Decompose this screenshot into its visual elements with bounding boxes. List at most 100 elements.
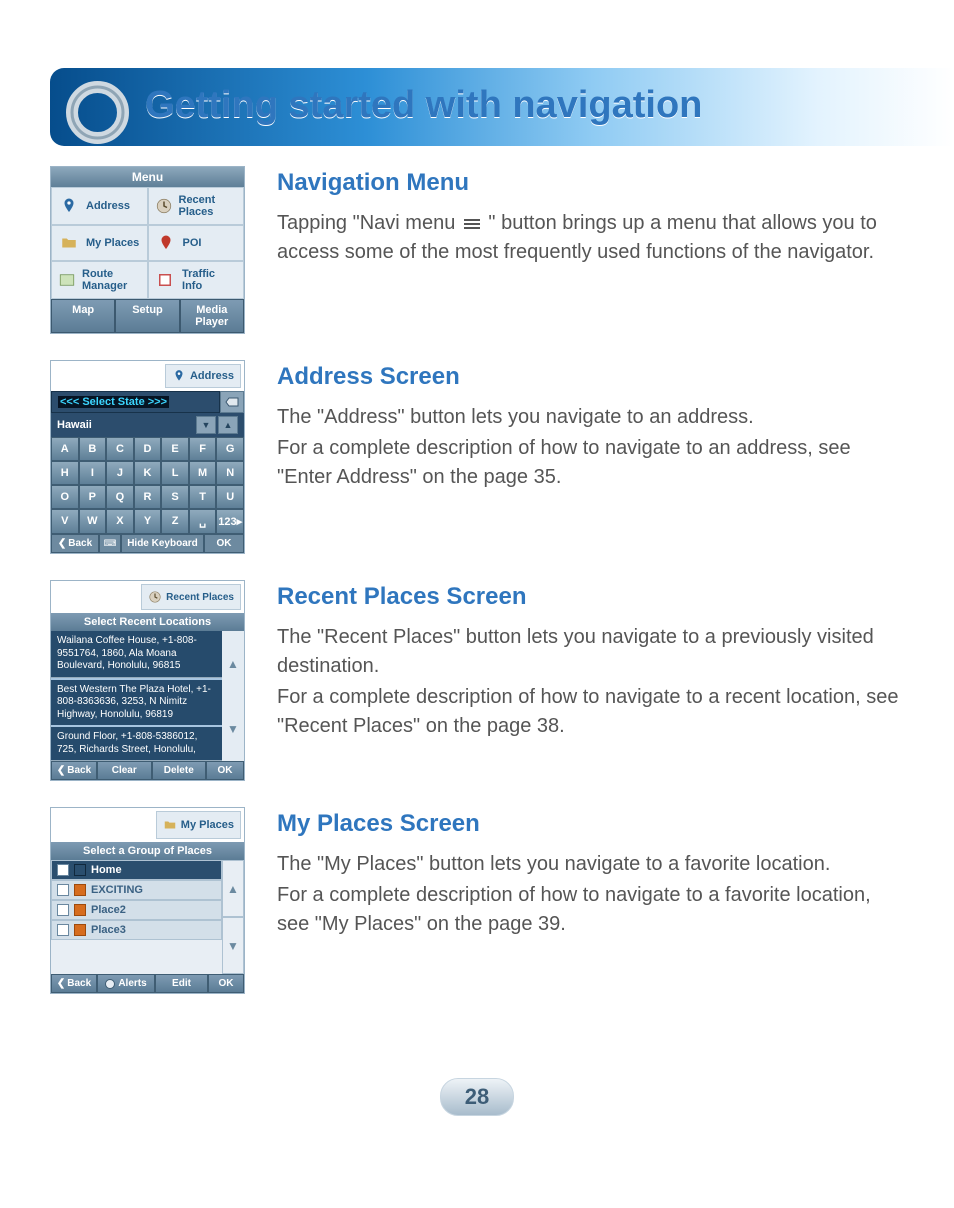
key-space[interactable]: ␣: [189, 509, 217, 534]
key-g[interactable]: G: [216, 437, 244, 461]
key-c[interactable]: C: [106, 437, 134, 461]
recent-item[interactable]: Ground Floor, +1-808-5386012, 725, Richa…: [51, 727, 222, 761]
key-y[interactable]: Y: [134, 509, 162, 534]
header-ring-icon: [60, 75, 135, 150]
folder-icon: [163, 818, 177, 832]
menu-footer-setup[interactable]: Setup: [115, 299, 179, 333]
address-body-1: The "Address" button lets you navigate t…: [277, 403, 904, 432]
recent-back-button[interactable]: ❮Back: [51, 761, 97, 780]
page-header: Getting started with navigation: [50, 30, 904, 140]
menu-item-my-places[interactable]: My Places: [51, 225, 148, 261]
checkbox-icon[interactable]: [57, 904, 69, 916]
my-places-item[interactable]: EXCITING: [51, 880, 222, 900]
my-places-titlebar: Select a Group of Places: [51, 842, 244, 860]
key-k[interactable]: K: [134, 461, 162, 485]
state-down-button[interactable]: ▼: [196, 416, 216, 434]
key-h[interactable]: H: [51, 461, 79, 485]
my-places-ok-button[interactable]: OK: [208, 974, 244, 993]
menu-titlebar: Menu: [51, 167, 244, 187]
menu-footer-media-player[interactable]: Media Player: [180, 299, 244, 333]
my-places-item[interactable]: Place3: [51, 920, 222, 940]
key-d[interactable]: D: [134, 437, 162, 461]
key-r[interactable]: R: [134, 485, 162, 509]
key-u[interactable]: U: [216, 485, 244, 509]
page-number: 28: [440, 1078, 514, 1116]
scroll-down-button[interactable]: ▼: [222, 696, 244, 761]
menu-item-route-manager[interactable]: Route Manager: [51, 261, 148, 299]
address-chip: Address: [165, 364, 241, 388]
key-b[interactable]: B: [79, 437, 107, 461]
recent-item[interactable]: Wailana Coffee House, +1-808-9551764, 18…: [51, 631, 222, 678]
my-places-item[interactable]: Home: [51, 860, 222, 880]
scroll-down-button[interactable]: ▼: [222, 917, 244, 974]
key-w[interactable]: W: [79, 509, 107, 534]
key-n[interactable]: N: [216, 461, 244, 485]
key-i[interactable]: I: [79, 461, 107, 485]
key-a[interactable]: A: [51, 437, 79, 461]
key-o[interactable]: O: [51, 485, 79, 509]
menu-footer-map[interactable]: Map: [51, 299, 115, 333]
chevron-left-icon: ❮: [57, 765, 65, 776]
my-places-body-1: The "My Places" button lets you navigate…: [277, 850, 904, 879]
menu-item-address[interactable]: Address: [51, 187, 148, 225]
scroll-up-button[interactable]: ▲: [222, 860, 244, 917]
hide-keyboard-button[interactable]: Hide Keyboard: [121, 534, 204, 553]
section-heading-my-places: My Places Screen: [277, 807, 904, 842]
chevron-left-icon: ❮: [57, 978, 65, 989]
my-places-edit-button[interactable]: Edit: [155, 974, 208, 993]
folder-icon: [58, 232, 80, 254]
place-icon: [74, 924, 86, 936]
menu-item-traffic-info[interactable]: Traffic Info: [148, 261, 245, 299]
key-q[interactable]: Q: [106, 485, 134, 509]
keyboard-ok-button[interactable]: OK: [204, 534, 244, 553]
erase-icon: [225, 397, 239, 407]
key-p[interactable]: P: [79, 485, 107, 509]
key-l[interactable]: L: [161, 461, 189, 485]
key-t[interactable]: T: [189, 485, 217, 509]
clock-icon: [155, 195, 173, 217]
my-places-chip: My Places: [156, 811, 241, 839]
key-z[interactable]: Z: [161, 509, 189, 534]
scroll-up-button[interactable]: ▲: [222, 631, 244, 696]
poi-icon: [155, 232, 177, 254]
key-m[interactable]: M: [189, 461, 217, 485]
recent-delete-button[interactable]: Delete: [152, 761, 207, 780]
home-icon: [74, 864, 86, 876]
state-up-button[interactable]: ▲: [218, 416, 238, 434]
recent-ok-button[interactable]: OK: [206, 761, 244, 780]
section-heading-navigation-menu: Navigation Menu: [277, 166, 904, 201]
recent-item[interactable]: Best Western The Plaza Hotel, +1-808-836…: [51, 678, 222, 728]
select-state-field[interactable]: <<< Select State >>>: [51, 391, 220, 413]
erase-button[interactable]: [220, 391, 244, 413]
section-heading-recent-places: Recent Places Screen: [277, 580, 904, 615]
checkbox-icon[interactable]: [57, 884, 69, 896]
key-s[interactable]: S: [161, 485, 189, 509]
map-icon: [58, 269, 76, 291]
address-body-2: For a complete description of how to nav…: [277, 434, 904, 492]
section-heading-address: Address Screen: [277, 360, 904, 395]
menu-item-recent-places[interactable]: Recent Places: [148, 187, 245, 225]
menu-item-poi[interactable]: POI: [148, 225, 245, 261]
key-v[interactable]: V: [51, 509, 79, 534]
my-places-back-button[interactable]: ❮Back: [51, 974, 97, 993]
my-places-body-2: For a complete description of how to nav…: [277, 881, 904, 939]
recent-body-1: The "Recent Places" button lets you navi…: [277, 623, 904, 681]
recent-titlebar: Select Recent Locations: [51, 613, 244, 631]
keyboard-layout-button[interactable]: ⌨: [99, 534, 121, 553]
place-icon: [74, 904, 86, 916]
key-j[interactable]: J: [106, 461, 134, 485]
key-123[interactable]: 123▸: [216, 509, 244, 534]
page-number-container: 28: [0, 1078, 954, 1116]
my-places-alerts-button[interactable]: Alerts: [97, 974, 155, 993]
key-x[interactable]: X: [106, 509, 134, 534]
recent-clear-button[interactable]: Clear: [97, 761, 152, 780]
keyboard-back-button[interactable]: ❮Back: [51, 534, 99, 553]
checkbox-icon[interactable]: [57, 864, 69, 876]
key-f[interactable]: F: [189, 437, 217, 461]
recent-body-2: For a complete description of how to nav…: [277, 683, 904, 741]
pin-icon: [172, 369, 186, 383]
checkbox-icon[interactable]: [57, 924, 69, 936]
my-places-item[interactable]: Place2: [51, 900, 222, 920]
clock-icon: [148, 590, 162, 604]
key-e[interactable]: E: [161, 437, 189, 461]
